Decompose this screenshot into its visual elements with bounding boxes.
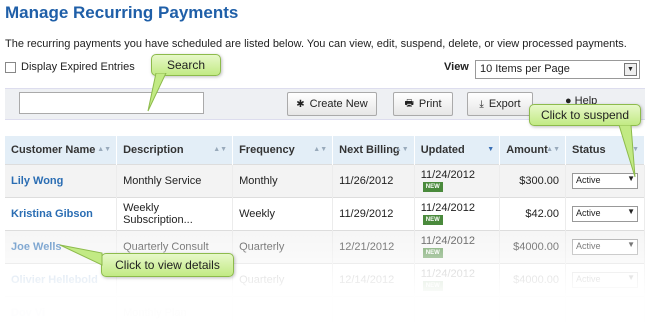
col-updated[interactable]: Updated ▼ [414, 136, 501, 164]
expired-entries-label: Display Expired Entries [21, 61, 135, 73]
chevron-down-icon: ▼ [624, 63, 637, 76]
expired-entries-checkbox[interactable] [5, 61, 16, 73]
updated-cell: 11/24/2012NEW [414, 196, 501, 230]
sort-icon: ▲▼ [546, 146, 560, 153]
chevron-down-icon: ▼ [627, 206, 635, 216]
details-callout: Click to view details [101, 253, 234, 277]
sort-desc-icon: ▼ [487, 146, 495, 153]
table-header-row: Customer Name ▲▼ Description ▲▼ Frequency ▲… [5, 136, 645, 164]
table-row: Kristina Gibson Weekly Subscription... Wee… [5, 196, 645, 230]
export-label: Export [488, 98, 521, 110]
frequency-cell: Weekly [232, 196, 334, 230]
items-per-page-select[interactable]: 10 Items per Page ▼ [475, 60, 640, 79]
new-badge: NEW [422, 214, 443, 225]
expired-entries-toggle[interactable]: Display Expired Entries [5, 61, 135, 73]
print-label: Print [418, 98, 442, 110]
updated-cell: 11/24/2012NEW [414, 163, 501, 197]
amount-cell: $42.00 [499, 196, 566, 230]
asterisk-icon: ✱ [296, 98, 305, 110]
col-frequency[interactable]: Frequency ▲▼ [232, 136, 334, 164]
next-billing-cell: 11/29/2012 [332, 196, 415, 230]
details-callout-pointer [59, 244, 103, 266]
status-cell: Active▼ [565, 196, 645, 230]
create-new-label: Create New [309, 98, 368, 110]
view-label: View [444, 61, 469, 73]
search-input[interactable] [19, 92, 204, 114]
print-button[interactable]: 🖶 Print [393, 92, 453, 116]
sort-icon: ▲▼ [97, 146, 112, 153]
next-billing-cell: 11/26/2012 [332, 163, 415, 197]
table-row: Lily Wong Monthly Service Monthly 11/26/201… [5, 163, 645, 197]
export-button[interactable]: ⤓ Export [467, 92, 533, 116]
customer-name-link[interactable]: Kristina Gibson [5, 196, 118, 230]
customer-name-link[interactable]: Lily Wong [5, 163, 118, 197]
description-cell: Weekly Subscription... [116, 196, 234, 230]
search-callout-pointer [147, 73, 167, 112]
download-icon: ⤓ [479, 98, 484, 110]
new-badge: NEW [422, 181, 443, 192]
page-title: Manage Recurring Payments [5, 3, 239, 22]
col-customer-name[interactable]: Customer Name ▲▼ [5, 136, 118, 164]
sort-icon: ▲▼ [394, 146, 409, 153]
suspend-callout-pointer [618, 125, 636, 178]
frequency-cell: Monthly [232, 163, 334, 197]
create-new-button[interactable]: ✱ Create New [287, 92, 377, 116]
items-per-page-value: 10 Items per Page [480, 63, 570, 75]
sort-icon: ▲▼ [213, 146, 228, 153]
status-select[interactable]: Active▼ [572, 205, 638, 222]
amount-cell: $300.00 [499, 163, 566, 197]
description-cell: Monthly Service [116, 163, 234, 197]
col-description[interactable]: Description ▲▼ [116, 136, 234, 164]
col-next-billing[interactable]: Next Billing ▲▼ [332, 136, 415, 164]
col-amount[interactable]: Amount ▲▼ [499, 136, 566, 164]
sort-icon: ▲▼ [313, 146, 328, 153]
page-intro: The recurring payments you have schedule… [5, 38, 627, 50]
suspend-callout: Click to suspend [529, 104, 641, 126]
printer-icon: 🖶 [404, 97, 414, 109]
